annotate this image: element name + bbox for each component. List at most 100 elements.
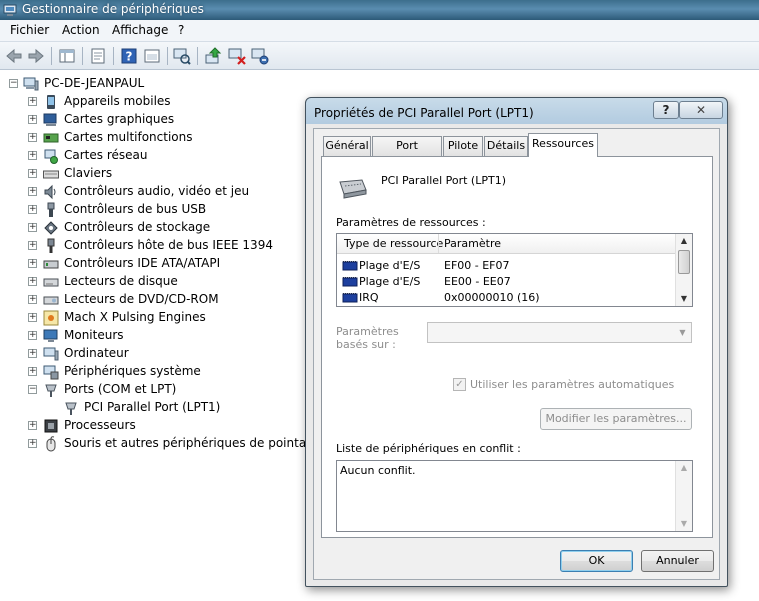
tree-item-controleurs-ieee1394[interactable]: + Contrôleurs hôte de bus IEEE 1394 xyxy=(0,237,300,255)
tree-item-ordinateur[interactable]: + Ordinateur xyxy=(0,345,300,363)
scroll-up-icon[interactable]: ▲ xyxy=(676,234,692,248)
ok-button[interactable]: OK xyxy=(560,550,633,572)
conflict-scrollbar[interactable]: ▲ ▼ xyxy=(675,461,692,531)
tree-item-controleurs-audio[interactable]: + Contrôleurs audio, vidéo et jeu xyxy=(0,183,300,201)
scroll-up-icon[interactable]: ▲ xyxy=(676,461,692,475)
based-on-label: Paramètres xyxy=(336,325,399,338)
console-tree-icon[interactable] xyxy=(57,46,77,66)
tab-details[interactable]: Détails xyxy=(484,136,528,156)
conflict-list[interactable]: Aucun conflit. ▲ ▼ xyxy=(336,460,693,532)
forward-icon[interactable] xyxy=(26,46,46,66)
based-on-select[interactable]: ▼ xyxy=(427,322,692,343)
toolbar: ? xyxy=(0,42,759,70)
window-title-bar[interactable]: Gestionnaire de périphériques xyxy=(0,0,759,20)
tree-item-pci-parallel-port[interactable]: PCI Parallel Port (LPT1) xyxy=(0,399,300,417)
expander-icon[interactable]: + xyxy=(28,151,37,160)
tree-item-appareils-mobiles[interactable]: + Appareils mobiles xyxy=(0,93,300,111)
tree-item-label: Lecteurs de disque xyxy=(64,274,178,288)
scroll-thumb[interactable] xyxy=(678,250,690,274)
tree-item-mach-x-pulsing[interactable]: + Mach X Pulsing Engines xyxy=(0,309,300,327)
dialog-help-button[interactable]: ? xyxy=(653,101,679,119)
expander-icon[interactable]: + xyxy=(28,97,37,106)
dialog-close-button[interactable]: ✕ xyxy=(679,101,723,119)
expander-icon[interactable]: + xyxy=(28,277,37,286)
table-row[interactable]: Plage d'E/S EE00 - EE07 xyxy=(337,274,677,290)
tree-item-cartes-reseau[interactable]: + Cartes réseau xyxy=(0,147,300,165)
scan-hardware-icon[interactable] xyxy=(172,46,192,66)
tree-item-lecteurs-dvd[interactable]: + Lecteurs de DVD/CD-ROM xyxy=(0,291,300,309)
tree-item-souris[interactable]: + Souris et autres périphériques de poin… xyxy=(0,435,321,453)
tab-ressources[interactable]: Ressources xyxy=(528,133,598,157)
tree-item-ports[interactable]: − Ports (COM et LPT) xyxy=(0,381,300,399)
menu-action[interactable]: Action xyxy=(60,23,102,37)
expander-icon[interactable]: + xyxy=(28,115,37,124)
tree-item-lecteurs-disque[interactable]: + Lecteurs de disque xyxy=(0,273,300,291)
expander-icon[interactable]: + xyxy=(28,133,37,142)
tree-item-processeurs[interactable]: + Processeurs xyxy=(0,417,300,435)
menu-affichage[interactable]: Affichage xyxy=(110,23,170,37)
conflict-label: Liste de périphériques en conflit : xyxy=(336,442,521,455)
update-driver-icon[interactable] xyxy=(203,46,223,66)
tree-item-controleurs-stockage[interactable]: + Contrôleurs de stockage xyxy=(0,219,300,237)
expander-icon[interactable]: + xyxy=(28,187,37,196)
tree-item-moniteurs[interactable]: + Moniteurs xyxy=(0,327,300,345)
expander-icon[interactable]: + xyxy=(28,169,37,178)
expander-root[interactable]: − xyxy=(9,79,18,88)
ide-controller-icon xyxy=(43,260,59,269)
memory-chip-icon xyxy=(342,261,358,271)
disable-device-icon[interactable] xyxy=(250,46,270,66)
scroll-down-icon[interactable]: ▼ xyxy=(676,292,692,306)
chevron-down-icon[interactable]: ▼ xyxy=(674,323,691,342)
tree-root[interactable]: − PC-DE-JEANPAUL xyxy=(0,75,200,93)
device-name: PCI Parallel Port (LPT1) xyxy=(381,174,506,187)
tree-item-claviers[interactable]: + Claviers xyxy=(0,165,300,183)
back-icon[interactable] xyxy=(4,46,24,66)
tab-port-settings[interactable]: Port Settings xyxy=(372,136,442,170)
monitor-icon xyxy=(43,329,58,342)
storage-controller-icon xyxy=(44,221,58,235)
table-row[interactable]: Plage d'E/S EF00 - EF07 xyxy=(337,258,677,274)
expander-icon[interactable]: + xyxy=(28,241,37,250)
expander-icon[interactable]: + xyxy=(28,331,37,340)
expander-icon[interactable]: + xyxy=(28,205,37,214)
tree-item-cartes-graphiques[interactable]: + Cartes graphiques xyxy=(0,111,300,129)
expander-icon[interactable]: + xyxy=(28,259,37,268)
properties-icon[interactable] xyxy=(88,46,108,66)
expander-icon[interactable]: + xyxy=(28,313,37,322)
uninstall-device-icon[interactable] xyxy=(227,46,247,66)
menu-fichier[interactable]: Fichier xyxy=(8,23,51,37)
cancel-button[interactable]: Annuler xyxy=(641,550,714,572)
tree-item-peripheriques-systeme[interactable]: + Périphériques système xyxy=(0,363,300,381)
table-row[interactable]: IRQ 0x00000010 (16) xyxy=(337,290,677,306)
processor-icon xyxy=(44,419,58,433)
resources-scrollbar[interactable]: ▲ ▼ xyxy=(675,234,692,306)
tree-item-controleurs-usb[interactable]: + Contrôleurs de bus USB xyxy=(0,201,300,219)
tab-general[interactable]: Général xyxy=(323,136,371,156)
memory-chip-icon xyxy=(342,293,358,303)
expander-icon[interactable]: + xyxy=(28,295,37,304)
expander-icon[interactable]: + xyxy=(28,421,37,430)
tree-item-label: Contrôleurs de stockage xyxy=(64,220,211,234)
tree-item-controleurs-ide[interactable]: + Contrôleurs IDE ATA/ATAPI xyxy=(0,255,300,273)
menu-bar: Fichier Action Affichage ? xyxy=(0,20,759,42)
expander-icon[interactable]: + xyxy=(28,439,37,448)
auto-settings-label: Utiliser les paramètres automatiques xyxy=(470,378,675,391)
tree-item-label: Processeurs xyxy=(64,418,136,432)
column-header-value[interactable]: Paramètre xyxy=(444,237,501,250)
expander-icon[interactable]: − xyxy=(28,385,37,394)
port-icon xyxy=(65,402,77,415)
expander-icon[interactable]: + xyxy=(28,367,37,376)
column-header-type[interactable]: Type de ressource xyxy=(344,237,443,250)
tab-pilote[interactable]: Pilote xyxy=(443,136,483,156)
modify-settings-button[interactable]: Modifier les paramètres... xyxy=(540,408,692,430)
show-hide-icon[interactable] xyxy=(142,46,162,66)
auto-settings-checkbox[interactable]: ✓ xyxy=(453,378,466,391)
expander-icon[interactable]: + xyxy=(28,349,37,358)
menu-help[interactable]: ? xyxy=(176,23,186,37)
help-icon[interactable]: ? xyxy=(119,46,139,66)
tree-item-cartes-multifonctions[interactable]: + Cartes multifonctions xyxy=(0,129,300,147)
expander-icon[interactable]: + xyxy=(28,223,37,232)
dvd-drive-icon xyxy=(43,296,59,305)
resources-list[interactable]: Type de ressource Paramètre Plage d'E/S … xyxy=(336,233,693,307)
scroll-down-icon[interactable]: ▼ xyxy=(676,517,692,531)
